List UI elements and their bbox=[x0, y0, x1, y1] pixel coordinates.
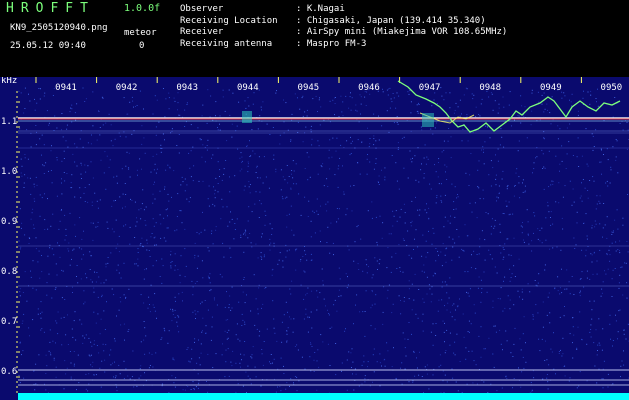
time-label: 0949 bbox=[540, 83, 562, 93]
info-label: Receiver bbox=[180, 27, 224, 37]
freq-label: 0.9 bbox=[1, 217, 17, 227]
freq-label: 0.7 bbox=[1, 317, 17, 327]
time-label: 0947 bbox=[419, 83, 441, 93]
info-label: Receiving antenna bbox=[180, 38, 273, 49]
time-label: 0942 bbox=[116, 83, 138, 93]
time-label: 0946 bbox=[358, 83, 380, 93]
info-label: Receiving Location bbox=[180, 15, 278, 26]
time-label: 0943 bbox=[176, 83, 198, 93]
info-value: : Maspro FM-3 bbox=[296, 38, 367, 49]
time-label: 0945 bbox=[298, 83, 320, 93]
meteor-label: meteor bbox=[124, 28, 157, 38]
info-row-location: Receiving Location : Chigasaki, Japan (13… bbox=[180, 16, 507, 28]
time-label: 0950 bbox=[601, 83, 623, 93]
filename-label: KN9_2505120940.png bbox=[10, 23, 108, 33]
version-label: 1.0.0f bbox=[124, 3, 161, 14]
info-value: : K.Nagai bbox=[296, 4, 345, 14]
info-label: Observer bbox=[180, 4, 224, 14]
info-row-antenna: Receiving antenna : Maspro FM-3 bbox=[180, 39, 507, 51]
freq-label: 1.0 bbox=[1, 167, 17, 177]
freq-label: 0.8 bbox=[1, 267, 17, 277]
spectrogram-background bbox=[0, 77, 629, 400]
meteor-count: 0 bbox=[139, 41, 145, 51]
time-label: 0944 bbox=[237, 83, 259, 93]
info-value: : AirSpy mini (Miakejima VOR 108.65MHz) bbox=[296, 27, 508, 37]
spectrogram: kHz 0941 0942 0943 0944 0945 0946 0947 0948 0949… bbox=[0, 77, 629, 400]
station-info: Observer : K.Nagai Receiving Location : Ch… bbox=[180, 4, 507, 50]
info-value: : Chigasaki, Japan (139.414 35.340) bbox=[296, 15, 486, 26]
info-row-receiver: Receiver : AirSpy mini (Miakejima VOR 108… bbox=[180, 27, 507, 39]
info-row-observer: Observer : K.Nagai bbox=[180, 4, 507, 16]
time-label: 0941 bbox=[55, 83, 77, 93]
unit-label: kHz bbox=[1, 77, 17, 86]
freq-label: 1.1 bbox=[1, 117, 17, 127]
datetime-label: 25.05.12 09:40 bbox=[10, 41, 86, 51]
app-title: HROFFT bbox=[6, 1, 95, 16]
time-label: 0948 bbox=[479, 83, 501, 93]
freq-label: 0.6 bbox=[1, 367, 17, 377]
